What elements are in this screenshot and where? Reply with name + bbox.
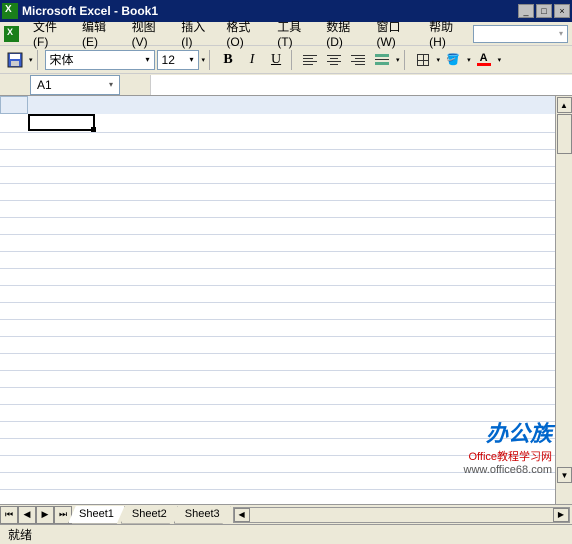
scroll-right-button[interactable]: ▶: [553, 508, 569, 522]
status-bar: 就绪: [0, 524, 572, 544]
menu-help[interactable]: 帮助(H): [423, 16, 473, 51]
save-button[interactable]: [4, 49, 26, 71]
font-color-button[interactable]: A: [473, 49, 495, 71]
close-button[interactable]: ×: [554, 4, 570, 18]
formula-bar: A1 ▾ fx: [0, 74, 572, 96]
save-dropdown-icon[interactable]: ▾: [29, 56, 33, 64]
sheet-tab-bar: ⏮ ◀ ▶ ⏭ Sheet1 Sheet2 Sheet3 ◀ ▶: [0, 504, 572, 524]
font-size-value: 12: [162, 53, 175, 67]
menu-window[interactable]: 窗口(W): [370, 16, 423, 51]
maximize-button[interactable]: □: [536, 4, 552, 18]
sheet-nav-next[interactable]: ▶: [36, 506, 54, 524]
align-right-icon: [351, 53, 365, 67]
status-text: 就绪: [8, 526, 32, 543]
align-left-button[interactable]: [299, 49, 321, 71]
active-cell-selection: [28, 114, 95, 131]
formatting-toolbar: ▾ 宋体 ▾ 12 ▾ ▾ B I U ▾ ▾ 🪣 ▾ A ▾: [0, 46, 572, 74]
scroll-down-button[interactable]: ▼: [557, 467, 572, 483]
name-box[interactable]: A1 ▾: [30, 75, 120, 95]
merge-dropdown-icon[interactable]: ▾: [396, 56, 400, 64]
toolbar-options-icon[interactable]: ▾: [202, 56, 206, 64]
sheet-tab-3[interactable]: Sheet3: [174, 506, 231, 524]
cell-reference: A1: [37, 78, 52, 92]
paint-bucket-icon: 🪣: [446, 53, 460, 66]
help-search-box[interactable]: ▾: [473, 25, 568, 43]
sheet-nav-first[interactable]: ⏮: [0, 506, 18, 524]
merge-center-button[interactable]: [371, 49, 393, 71]
borders-button[interactable]: [412, 49, 434, 71]
sheet-tab-1[interactable]: Sheet1: [68, 506, 125, 524]
menu-insert[interactable]: 插入(I): [175, 16, 220, 51]
scroll-left-button[interactable]: ◀: [234, 508, 250, 522]
chevron-down-icon: ▾: [146, 55, 150, 64]
chevron-down-icon: ▾: [190, 55, 194, 64]
excel-doc-icon[interactable]: [4, 26, 19, 42]
bold-button[interactable]: B: [217, 49, 239, 71]
scroll-thumb[interactable]: [557, 114, 572, 154]
minimize-button[interactable]: _: [518, 4, 534, 18]
font-color-dropdown-icon[interactable]: ▾: [498, 56, 502, 64]
font-name-combo[interactable]: 宋体 ▾: [45, 50, 155, 70]
scroll-up-button[interactable]: ▲: [557, 97, 572, 113]
menu-view[interactable]: 视图(V): [126, 16, 176, 51]
align-right-button[interactable]: [347, 49, 369, 71]
menu-bar: 文件(F) 编辑(E) 视图(V) 插入(I) 格式(O) 工具(T) 数据(D…: [0, 22, 572, 46]
vertical-scrollbar[interactable]: ▲ ▼: [555, 96, 572, 504]
font-color-icon: A: [477, 53, 491, 66]
fill-color-button[interactable]: 🪣: [442, 49, 464, 71]
fill-color-dropdown-icon[interactable]: ▾: [467, 56, 471, 64]
worksheet-grid[interactable]: ▲ ▼ 办公族 Office教程学习网 www.office68.com: [0, 96, 572, 504]
menu-format[interactable]: 格式(O): [220, 16, 271, 51]
select-all-corner[interactable]: [0, 96, 28, 114]
floppy-disk-icon: [7, 52, 23, 68]
font-size-combo[interactable]: 12 ▾: [157, 50, 199, 70]
formula-input[interactable]: [150, 75, 572, 95]
underline-button[interactable]: U: [265, 49, 287, 71]
excel-app-icon: [2, 3, 18, 19]
watermark: 办公族 Office教程学习网 www.office68.com: [464, 416, 552, 476]
borders-icon: [417, 54, 429, 66]
menu-edit[interactable]: 编辑(E): [76, 16, 126, 51]
fx-button[interactable]: fx: [120, 78, 150, 92]
sheet-nav-prev[interactable]: ◀: [18, 506, 36, 524]
merge-icon: [375, 52, 389, 67]
align-center-icon: [327, 53, 341, 67]
horizontal-scrollbar[interactable]: ◀ ▶: [233, 507, 570, 523]
align-center-button[interactable]: [323, 49, 345, 71]
borders-dropdown-icon[interactable]: ▾: [437, 56, 441, 64]
chevron-down-icon: ▾: [109, 80, 113, 89]
italic-button[interactable]: I: [241, 49, 263, 71]
watermark-url: www.office68.com: [464, 464, 552, 476]
font-name-value: 宋体: [50, 51, 74, 68]
align-left-icon: [303, 53, 317, 67]
sheet-tab-2[interactable]: Sheet2: [121, 506, 178, 524]
menu-tools[interactable]: 工具(T): [271, 16, 320, 51]
menu-file[interactable]: 文件(F): [27, 16, 76, 51]
menu-data[interactable]: 数据(D): [320, 16, 370, 51]
watermark-subtitle: Office教程学习网: [464, 448, 552, 464]
